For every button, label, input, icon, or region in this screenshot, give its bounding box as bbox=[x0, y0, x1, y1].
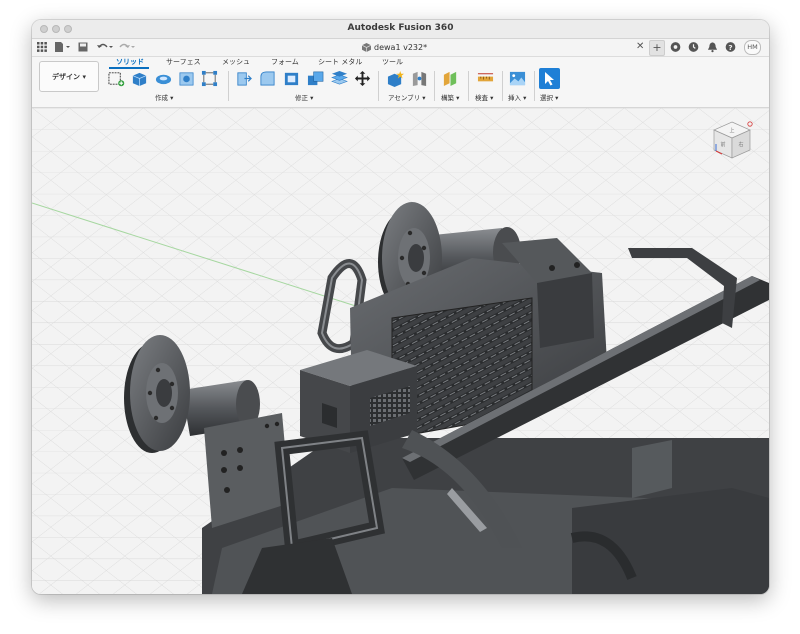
hole-icon[interactable] bbox=[178, 70, 195, 87]
gearbox-side bbox=[537, 273, 594, 348]
canvas-viewport[interactable]: 上 前 右 bbox=[32, 108, 769, 594]
modify-group-label[interactable]: 修正 ▾ bbox=[295, 92, 313, 102]
job-status-icon[interactable] bbox=[688, 41, 699, 53]
viewcube-right-label: 右 bbox=[738, 141, 743, 148]
data-panel-grid-icon[interactable] bbox=[37, 41, 47, 53]
workspace-switcher-button[interactable]: デザイン ▾ bbox=[39, 61, 99, 92]
notifications-bell-icon[interactable] bbox=[707, 41, 718, 53]
group-separator bbox=[534, 71, 535, 101]
group-separator bbox=[502, 71, 503, 101]
insert-group-label[interactable]: 挿入 ▾ bbox=[508, 92, 526, 102]
application-bar: dewa1 v232* ✕ + ? HM bbox=[32, 39, 769, 57]
viewcube-front-label: 前 bbox=[720, 141, 725, 148]
offset-plane-icon[interactable] bbox=[442, 70, 459, 87]
select-arrow-icon bbox=[545, 72, 554, 86]
pattern-icon[interactable] bbox=[201, 70, 218, 87]
joint-icon[interactable] bbox=[411, 70, 428, 87]
home-view-icon[interactable] bbox=[747, 121, 753, 127]
document-cube-icon bbox=[362, 43, 371, 52]
tab-solid[interactable]: ソリッド bbox=[116, 57, 144, 67]
press-pull-icon[interactable] bbox=[235, 70, 252, 87]
tab-mesh[interactable]: メッシュ bbox=[222, 57, 250, 67]
group-separator bbox=[434, 71, 435, 101]
move-copy-icon[interactable] bbox=[354, 70, 371, 87]
redo-icon[interactable] bbox=[118, 41, 136, 53]
app-window: Autodesk Fusion 360 dewa1 v232* ✕ + ? HM… bbox=[32, 20, 769, 594]
close-tab-icon[interactable]: ✕ bbox=[636, 41, 644, 53]
tab-sheet-metal[interactable]: シート メタル bbox=[318, 57, 362, 67]
fillet-icon[interactable] bbox=[259, 70, 276, 87]
measure-icon[interactable] bbox=[477, 70, 494, 87]
title-bar: Autodesk Fusion 360 bbox=[32, 20, 769, 39]
select-tool-button[interactable] bbox=[539, 68, 560, 89]
active-tab-underline bbox=[109, 67, 149, 69]
create-group-label[interactable]: 作成 ▾ bbox=[155, 92, 173, 102]
help-icon[interactable]: ? bbox=[725, 41, 736, 53]
tab-surface[interactable]: サーフェス bbox=[166, 57, 201, 67]
group-separator bbox=[468, 71, 469, 101]
save-icon[interactable] bbox=[78, 41, 88, 53]
group-separator bbox=[228, 71, 229, 101]
window-title: Autodesk Fusion 360 bbox=[347, 23, 454, 33]
new-tab-plus-icon[interactable]: + bbox=[649, 40, 665, 56]
side-block bbox=[632, 440, 672, 498]
svg-text:?: ? bbox=[728, 43, 732, 52]
document-tab[interactable]: dewa1 v232* bbox=[362, 40, 427, 55]
new-component-icon[interactable] bbox=[387, 70, 404, 87]
construct-group-label[interactable]: 構築 ▾ bbox=[441, 92, 459, 102]
group-separator bbox=[378, 71, 379, 101]
viewcube[interactable]: 上 前 右 bbox=[710, 118, 754, 162]
model-canvas[interactable] bbox=[32, 108, 769, 594]
extrude-icon[interactable] bbox=[131, 70, 148, 87]
scale-icon[interactable] bbox=[331, 70, 348, 87]
insert-image-icon[interactable] bbox=[509, 70, 526, 87]
select-group-label[interactable]: 選択 ▾ bbox=[540, 92, 558, 102]
shell-icon[interactable] bbox=[283, 70, 300, 87]
inspect-group-label[interactable]: 検査 ▾ bbox=[475, 92, 493, 102]
user-avatar[interactable]: HM bbox=[744, 40, 761, 55]
assemble-group-label[interactable]: アセンブリ ▾ bbox=[388, 92, 426, 102]
tab-tools[interactable]: ツール bbox=[382, 57, 403, 67]
file-menu-icon[interactable] bbox=[54, 41, 70, 53]
combine-icon[interactable] bbox=[307, 70, 324, 87]
document-name: dewa1 v232* bbox=[374, 43, 428, 52]
revolve-icon[interactable] bbox=[155, 70, 172, 87]
undo-icon[interactable] bbox=[96, 41, 114, 53]
viewcube-top-label: 上 bbox=[729, 127, 734, 134]
create-sketch-icon[interactable] bbox=[108, 70, 125, 87]
toolbar-ribbon: デザイン ▾ ソリッド サーフェス メッシュ フォーム シート メタル ツール … bbox=[32, 57, 769, 108]
tab-form[interactable]: フォーム bbox=[271, 57, 299, 67]
extensions-icon[interactable] bbox=[670, 41, 681, 53]
